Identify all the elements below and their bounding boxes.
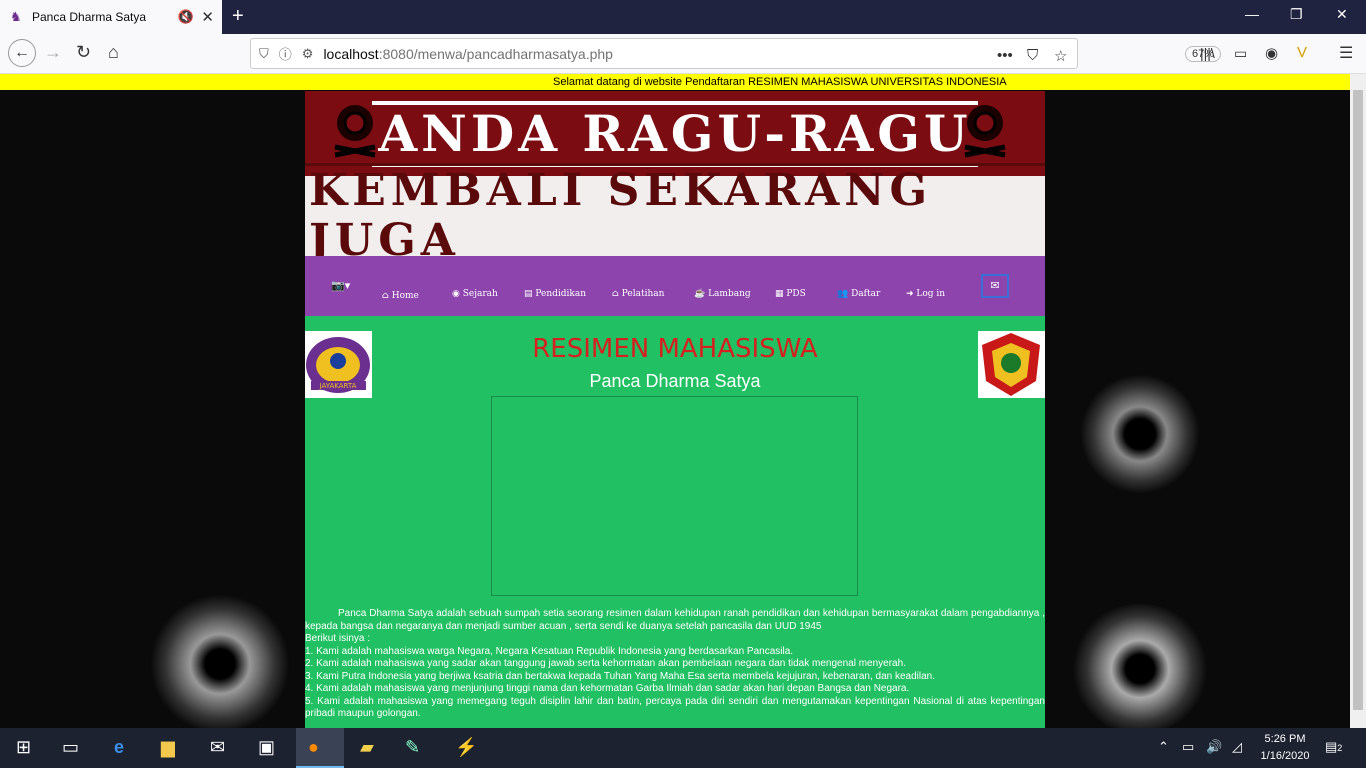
camera-dropdown-icon[interactable]: 📷▾ — [331, 279, 350, 292]
page-subtitle: Panca Dharma Satya — [589, 371, 761, 391]
menu-item-sejarah[interactable]: ◉ Sejarah — [452, 289, 498, 299]
task-view-icon[interactable]: ▭ — [62, 737, 79, 758]
windows-taskbar: ⊞ ▭ e ▆ ✉ ▣ ● ▰ ✎ ⚡ ⌃ ▭ 🔊 ◿ 5:26 PM 1/16… — [0, 728, 1366, 768]
back-icon[interactable]: ← — [8, 39, 36, 67]
app-icon[interactable]: ⚡ — [455, 737, 477, 758]
clock-time: 5:26 PM — [1264, 733, 1306, 745]
list-item: 4. Kami adalah mahasiswa yang menjunjung… — [305, 683, 910, 694]
menu-item-home[interactable]: ⌂ Home — [382, 291, 419, 301]
main-container: ANDA RAGU-RAGU KEMBALI SEKARANG JUGA 📷▾ … — [305, 91, 1045, 728]
browser-tab[interactable]: ♞ Panca Dharma Satya 🔇 ✕ — [0, 0, 222, 34]
page-viewport: Selamat datang di website Pendaftaran RE… — [0, 74, 1350, 728]
menu-item-pelatihan[interactable]: ⌂ Pelatihan — [612, 289, 664, 299]
navigation-toolbar: ← → ↻ ⌂ ⛉ ⓘ ⚙ localhost:8080/menwa/panca… — [0, 34, 1366, 74]
firefox-active-indicator[interactable] — [296, 728, 344, 768]
menu-item-lambang[interactable]: ☕ Lambang — [694, 289, 751, 299]
reload-icon[interactable]: ↻ — [76, 42, 91, 63]
vertical-scrollbar[interactable] — [1350, 74, 1366, 728]
list-item: 3. Kami Putra Indonesia yang berjiwa ksa… — [305, 670, 936, 682]
mail-button[interactable]: ✉ — [981, 274, 1009, 298]
list-item: 1. Kami adalah mahasiswa warga Negara, N… — [305, 645, 794, 657]
restore-icon[interactable]: ❐ — [1290, 6, 1303, 23]
account-icon[interactable]: ◉ — [1265, 44, 1278, 62]
banner-bottom-text: KEMBALI SEKARANG JUGA — [305, 163, 1045, 269]
pocket-icon[interactable]: ⛉ — [1027, 47, 1038, 64]
home-icon[interactable]: ⌂ — [108, 42, 119, 63]
menu-icon[interactable]: ☰ — [1339, 43, 1353, 63]
clock-date: 1/16/2020 — [1260, 750, 1310, 762]
tab-title: Panca Dharma Satya — [32, 10, 147, 24]
address-bar[interactable]: ⛉ ⓘ ⚙ localhost:8080/menwa/pancadharmasa… — [250, 38, 1222, 69]
menu-item-pds[interactable]: ▦ PDS — [775, 289, 806, 299]
background-decor — [150, 594, 290, 728]
edge-icon[interactable]: e — [114, 737, 124, 758]
permissions-icon[interactable]: ⚙ — [302, 46, 314, 62]
minimize-icon[interactable]: — — [1245, 6, 1259, 22]
menu-item-daftar[interactable]: 👥 Daftar — [837, 289, 880, 299]
mail-icon[interactable]: ✉ — [210, 737, 225, 758]
list-item: 2. Kami adalah mahasiswa yang sadar akan… — [305, 658, 906, 669]
url-path: :8080/menwa/pancadharmasatya.php — [378, 45, 613, 62]
sidebar-icon[interactable]: ▭ — [1234, 45, 1247, 62]
info-icon[interactable]: ⓘ — [279, 44, 292, 63]
emblem-right-icon — [964, 105, 1006, 158]
bookmark-star-icon[interactable]: ☆ — [1054, 47, 1067, 65]
menu-item-login[interactable]: ➜ Log in — [906, 289, 945, 299]
welcome-marquee: Selamat datang di website Pendaftaran RE… — [0, 74, 1350, 90]
system-clock[interactable]: 5:26 PM 1/16/2020 — [1250, 731, 1320, 765]
background-decor — [1080, 374, 1200, 494]
firefox-icon[interactable]: ● — [308, 737, 319, 758]
emblem-left-icon — [334, 105, 376, 158]
paint-icon[interactable]: ✎ — [405, 737, 420, 758]
notification-count: 2 — [1337, 743, 1343, 753]
video-embed[interactable] — [491, 396, 858, 596]
extension-icon[interactable]: V — [1297, 44, 1307, 61]
start-windows-icon[interactable]: ⊞ — [16, 737, 31, 758]
tab-strip: ♞ Panca Dharma Satya 🔇 ✕ + — ❐ ✕ — [0, 0, 1366, 34]
content-text: Panca Dharma Satya adalah sebuah sumpah … — [305, 608, 1045, 721]
banner-bottom: KEMBALI SEKARANG JUGA — [305, 163, 1045, 269]
military-emblem-logo — [978, 331, 1045, 398]
store-icon[interactable]: ▣ — [258, 737, 275, 758]
intro-paragraph: Panca Dharma Satya adalah sebuah sumpah … — [305, 608, 1045, 632]
list-item: 5. Kami adalah mahasiswa yang memegang t… — [305, 695, 1045, 720]
volume-icon[interactable]: 🔊 — [1206, 739, 1222, 755]
main-menu: 📷▾ ⌂ Home ◉ Sejarah ▤ Pendidikan ⌂ Pelat… — [305, 256, 1045, 316]
show-hidden-icons[interactable]: ⌃ — [1158, 739, 1169, 755]
url-host: localhost — [323, 45, 379, 62]
notifications-icon[interactable]: ▤2 — [1325, 739, 1342, 755]
file-explorer-icon[interactable]: ▆ — [161, 737, 175, 758]
network-icon[interactable]: ◿ — [1232, 739, 1242, 755]
scrollbar-thumb[interactable] — [1353, 90, 1363, 710]
page-title: RESIMEN MAHASISWA — [532, 334, 818, 364]
background-decor — [1070, 604, 1210, 728]
menu-item-pendidikan[interactable]: ▤ Pendidikan — [524, 289, 586, 299]
banner-top-text: ANDA RAGU-RAGU — [372, 100, 978, 167]
mute-tab-icon[interactable]: 🔇 — [178, 9, 194, 25]
site-favicon-icon: ♞ — [10, 9, 22, 24]
close-tab-icon[interactable]: ✕ — [201, 8, 214, 26]
forward-icon[interactable]: → — [44, 42, 62, 63]
list-intro: Berikut isinya : — [305, 633, 371, 644]
battery-icon[interactable]: ▭ — [1182, 739, 1194, 755]
new-tab-icon[interactable]: + — [232, 5, 244, 28]
shield-icon[interactable]: ⛉ — [259, 46, 269, 62]
library-icon[interactable]: |||\ — [1200, 45, 1215, 61]
sticky-notes-icon[interactable]: ▰ — [360, 737, 374, 758]
close-window-icon[interactable]: ✕ — [1336, 6, 1348, 23]
page-actions-icon[interactable]: ••• — [997, 47, 1013, 64]
